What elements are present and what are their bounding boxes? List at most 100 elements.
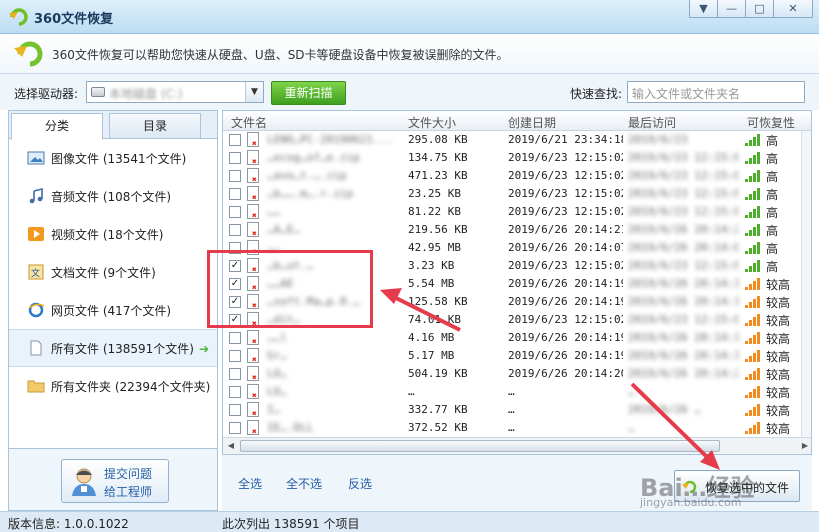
column-size[interactable]: 文件大小 — [408, 114, 456, 131]
panel-tabs: 分类 目录 — [9, 111, 217, 140]
table-row[interactable]: LO… 504.19 KB 2019/6/26 20:14:20 2019/6/26 … — [223, 365, 811, 383]
menu-button[interactable]: ▼ — [689, 0, 718, 18]
signal-bars-icon — [745, 350, 761, 362]
signal-bars-icon — [745, 332, 761, 344]
file-last-access: 2019/6/26 20:14:20 — [628, 367, 738, 380]
horizontal-scrollbar[interactable]: ◀ ▶ — [223, 437, 811, 454]
category-item[interactable]: 图像文件 (13541个文件) — [9, 139, 217, 177]
row-checkbox[interactable] — [229, 368, 241, 380]
engineer-avatar-icon — [72, 468, 96, 496]
file-size: 42.95 MB — [408, 241, 461, 254]
row-checkbox[interactable] — [229, 170, 241, 182]
row-checkbox[interactable] — [229, 386, 241, 398]
deleted-file-icon — [247, 420, 259, 436]
file-created: 2019/6/26 20:14:19 — [508, 277, 623, 290]
folder-icon — [27, 378, 45, 394]
table-row[interactable]: I… 332.77 KB … 2019/6/26 … 较高 — [223, 401, 811, 419]
file-name: IE….DLL — [267, 421, 314, 434]
select-all-link[interactable]: 全选 — [238, 475, 262, 492]
category-item[interactable]: 文文档文件 (9个文件) — [9, 253, 217, 291]
row-checkbox[interactable] — [229, 188, 241, 200]
close-button[interactable]: ✕ — [773, 0, 813, 18]
tab-directory[interactable]: 目录 — [109, 113, 201, 139]
file-created: 2019/6/26 20:14:19 — [508, 349, 623, 362]
signal-bars-icon — [745, 134, 761, 146]
scroll-thumb[interactable] — [240, 440, 720, 452]
file-list-header: 文件名 文件大小 创建日期 最后访问 可恢复性 — [223, 111, 811, 131]
file-size: 372.52 KB — [408, 421, 468, 434]
file-name: …avo…t.….zip — [267, 169, 347, 182]
recoverability: 高 — [766, 170, 779, 184]
file-name: LENO…PC-20190621... — [267, 133, 393, 146]
file-size: 81.22 KB — [408, 205, 461, 218]
drive-select[interactable]: 本地磁盘 (C:) ▼ — [86, 81, 264, 103]
category-item[interactable]: 网页文件 (417个文件) — [9, 291, 217, 329]
file-created: 2019/6/26 20:14:19 — [508, 295, 623, 308]
recover-arrow-icon — [14, 41, 43, 67]
invert-selection-link[interactable]: 反选 — [348, 475, 372, 492]
quick-search-label: 快速查找: — [570, 87, 623, 101]
file-size: 74.01 KB — [408, 313, 461, 326]
category-item[interactable]: 音频文件 (108个文件) — [9, 177, 217, 215]
maximize-button[interactable]: □ — [745, 0, 774, 18]
category-item[interactable]: 视频文件 (18个文件) — [9, 215, 217, 253]
category-label: 视频文件 (18个文件) — [51, 227, 164, 242]
row-checkbox[interactable] — [229, 152, 241, 164]
select-none-link[interactable]: 全不选 — [286, 475, 322, 492]
column-recoverability[interactable]: 可恢复性 — [747, 114, 795, 131]
category-item[interactable]: 所有文件 (138591个文件) ➔ — [9, 329, 217, 367]
file-icon — [27, 340, 45, 356]
table-row[interactable]: …b…….m….r.zip 23.25 KB 2019/6/23 12:15:02 2… — [223, 185, 811, 203]
file-size: 134.75 KB — [408, 151, 468, 164]
file-size: 23.25 KB — [408, 187, 461, 200]
scroll-right-icon[interactable]: ▶ — [797, 438, 811, 454]
table-row[interactable]: IE….DLL 372.52 KB … … 较高 — [223, 419, 811, 437]
row-checkbox[interactable] — [229, 350, 241, 362]
file-last-access: 2019/6/23 — [628, 133, 688, 146]
column-last-access[interactable]: 最后访问 — [628, 114, 676, 131]
rescan-button[interactable]: 重新扫描 — [271, 81, 346, 105]
file-created: 2019/6/26 20:14:07 — [508, 241, 623, 254]
row-checkbox[interactable] — [229, 332, 241, 344]
file-created: … — [508, 385, 515, 398]
signal-bars-icon — [745, 260, 761, 272]
deleted-file-icon — [247, 402, 259, 418]
table-row[interactable]: LO… … … … 较高 — [223, 383, 811, 401]
row-checkbox[interactable] — [229, 422, 241, 434]
table-row[interactable]: …ecog…of…e.zip 134.75 KB 2019/6/23 12:15:0… — [223, 149, 811, 167]
category-label: 所有文件 (138591个文件) — [51, 341, 194, 356]
file-size: 504.19 KB — [408, 367, 468, 380]
table-row[interactable]: ……l 4.16 MB 2019/6/26 20:14:19 2019/6/26 20… — [223, 329, 811, 347]
vertical-scrollbar[interactable] — [801, 131, 811, 437]
recoverability: 较高 — [766, 350, 791, 364]
submit-issue-button[interactable]: 提交问题 给工程师 — [61, 459, 169, 503]
row-checkbox[interactable] — [229, 224, 241, 236]
signal-bars-icon — [745, 224, 761, 236]
row-checkbox[interactable] — [229, 206, 241, 218]
minimize-button[interactable]: — — [717, 0, 746, 18]
table-row[interactable]: LENO…PC-20190621... 295.08 KB 2019/6/21 23… — [223, 131, 811, 149]
table-row[interactable]: …A…E… 219.56 KB 2019/6/26 20:14:21 2019/6/2… — [223, 221, 811, 239]
file-size: 295.08 KB — [408, 133, 468, 146]
row-checkbox[interactable] — [229, 404, 241, 416]
file-last-access: 2019/6/26 20:14:2 — [628, 223, 738, 236]
file-created: 2019/6/26 20:14:19 — [508, 331, 623, 344]
column-created[interactable]: 创建日期 — [508, 114, 556, 131]
file-last-access: 2019/6/26 20:14:0 — [628, 241, 738, 254]
file-name: LO… — [267, 385, 287, 398]
table-row[interactable]: …avo…t.….zip 471.23 KB 2019/6/23 12:15:02 2… — [223, 167, 811, 185]
row-checkbox[interactable] — [229, 134, 241, 146]
quick-search-input[interactable]: 输入文件或文件夹名 — [627, 81, 805, 103]
info-banner: 360文件恢复可以帮助您快速从硬盘、U盘、SD卡等硬盘设备中恢复被误删除的文件。 — [0, 34, 819, 74]
category-item[interactable]: 所有文件夹 (22394个文件夹) — [9, 367, 217, 405]
recoverability: 高 — [766, 260, 779, 274]
recoverability: 较高 — [766, 278, 791, 292]
table-row[interactable]: Gr… 5.17 MB 2019/6/26 20:14:19 2019/6/26 20… — [223, 347, 811, 365]
chevron-down-icon[interactable]: ▼ — [245, 82, 263, 102]
category-panel: 分类 目录 图像文件 (13541个文件) 音频文件 (108个文件) 视频文件 (… — [8, 110, 218, 449]
scroll-left-icon[interactable]: ◀ — [223, 438, 239, 454]
table-row[interactable]: …… 81.22 KB 2019/6/23 12:15:02 2019/6/23 12… — [223, 203, 811, 221]
tab-category[interactable]: 分类 — [11, 113, 103, 140]
column-name[interactable]: 文件名 — [231, 114, 267, 131]
file-last-access: 2019/6/23 12:15:02 — [628, 313, 738, 326]
